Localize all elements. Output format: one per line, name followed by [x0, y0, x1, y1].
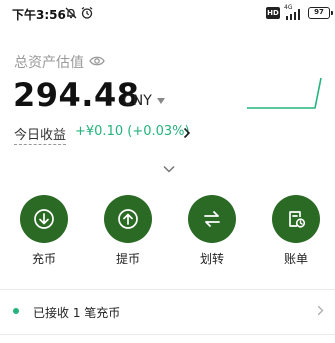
signal-icon [286, 9, 300, 20]
asset-sparkline [247, 77, 322, 109]
bill-action[interactable]: 账单 [266, 195, 326, 267]
upload-icon [118, 209, 138, 229]
chevron-down-icon[interactable] [162, 164, 176, 174]
deposit-button[interactable] [20, 195, 68, 243]
today-pnl-label[interactable]: 今日收益 [14, 124, 67, 145]
alarm-icon [81, 6, 93, 19]
transfer-icon [204, 211, 220, 227]
eye-icon[interactable] [89, 54, 105, 68]
divider [0, 334, 335, 335]
chevron-right-icon [317, 305, 324, 316]
caret-down-icon[interactable] [157, 98, 165, 104]
transfer-button[interactable] [188, 195, 236, 243]
mute-icon [65, 7, 77, 19]
withdraw-label: 提币 [115, 252, 140, 266]
today-pnl-value[interactable]: +¥0.10 (+0.03%) [75, 124, 190, 139]
transfer-label: 划转 [199, 252, 224, 266]
deposit-label: 充币 [31, 252, 56, 266]
transfer-action[interactable]: 划转 [182, 195, 242, 267]
total-asset-value: 294.48 [13, 76, 140, 114]
hd-badge: HD [266, 7, 280, 19]
status-dot [13, 308, 19, 314]
status-time: 下午3:56 [12, 8, 66, 22]
deposit-notice-row[interactable]: 已接收 1 笔充币 [0, 290, 335, 334]
deposit-action[interactable]: 充币 [14, 195, 74, 267]
battery-icon: 97 [308, 7, 333, 19]
status-bar: 下午3:56 HD 4G 97 [0, 0, 335, 28]
chevron-right-icon[interactable] [183, 127, 191, 139]
download-icon [34, 209, 54, 229]
withdraw-action[interactable]: 提币 [98, 195, 158, 267]
withdraw-button[interactable] [104, 195, 152, 243]
currency-selector[interactable]: CNY [123, 93, 152, 109]
bill-label: 账单 [283, 252, 308, 266]
deposit-notice-text: 已接收 1 笔充币 [33, 306, 121, 320]
bill-button[interactable] [272, 195, 320, 243]
total-asset-label: 总资产估值 [14, 55, 84, 71]
bill-icon [289, 211, 306, 228]
